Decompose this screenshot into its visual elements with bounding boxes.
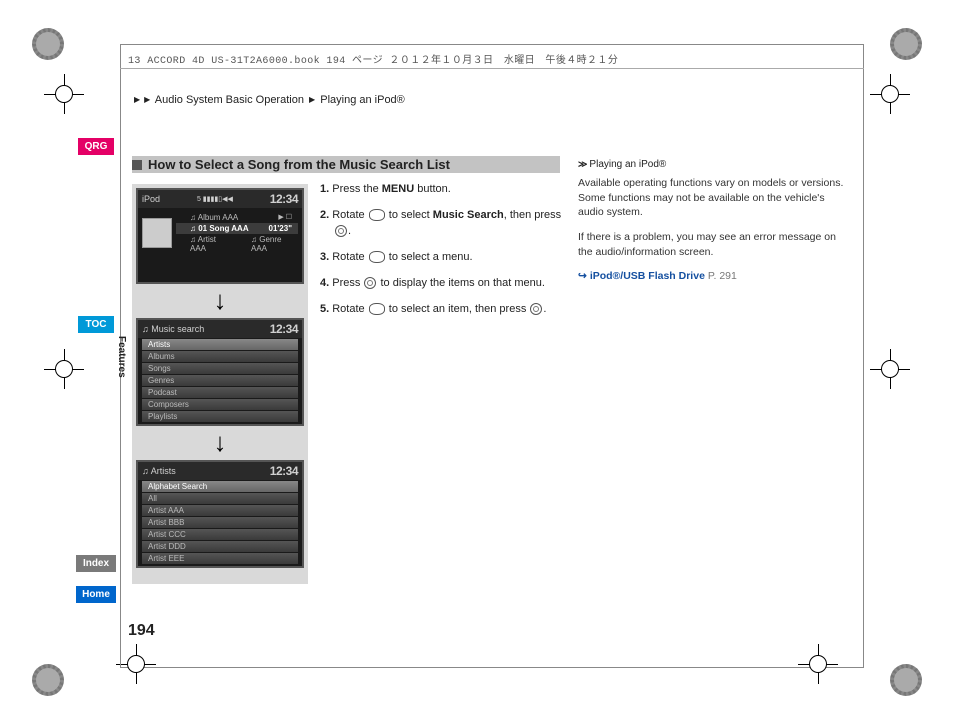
list-item: Artists xyxy=(142,339,298,350)
main-column: How to Select a Song from the Music Sear… xyxy=(132,156,560,173)
screen1-title: iPod xyxy=(142,194,160,204)
steps-list: 1. Press the MENU button. 2. Rotate to s… xyxy=(320,182,566,328)
regmark-cross xyxy=(874,78,906,110)
breadcrumb-a: Audio System Basic Operation xyxy=(155,94,304,106)
music-search-label: Music Search xyxy=(433,209,504,221)
list-item: Playlists xyxy=(142,411,298,422)
regmark-cross xyxy=(48,353,80,385)
screen-ipod-nowplaying: iPod 5 ▮▮▮▮▯◀◀ 12:34 ♫ Album AAA▶ ☐ ♫ 01… xyxy=(136,188,304,284)
screen1-row3b: ♫ Genre AAA xyxy=(251,235,292,253)
breadcrumb-b: Playing an iPod® xyxy=(320,94,405,106)
screen2-title: ♫ Music search xyxy=(142,324,204,334)
screen2-clock: 12:34 xyxy=(270,322,298,336)
list-item: Songs xyxy=(142,363,298,374)
push-knob-icon xyxy=(335,225,347,237)
list-item: Artist CCC xyxy=(142,529,298,540)
nav-toc[interactable]: TOC xyxy=(78,316,114,333)
section-title: How to Select a Song from the Music Sear… xyxy=(132,156,560,173)
step-3: 3. Rotate to select a menu. xyxy=(320,250,566,266)
note-paragraph: If there is a problem, you may see an er… xyxy=(578,230,848,259)
list-item: Artist BBB xyxy=(142,517,298,528)
sidebar-header: ≫Playing an iPod® xyxy=(578,158,848,172)
list-item: Artist DDD xyxy=(142,541,298,552)
step-1: 1. Press the MENU button. xyxy=(320,182,566,198)
screen1-clock: 12:34 xyxy=(270,192,298,206)
list-item: Composers xyxy=(142,399,298,410)
regmark-sun xyxy=(32,28,64,60)
note-paragraph: Available operating functions vary on mo… xyxy=(578,176,848,220)
cross-reference-link[interactable]: ↪iPod®/USB Flash Drive P. 291 xyxy=(578,269,848,284)
screen1-row2: ♫ 01 Song AAA xyxy=(190,224,249,233)
section-title-text: How to Select a Song from the Music Sear… xyxy=(148,157,450,172)
regmark-sun xyxy=(32,664,64,696)
nav-index[interactable]: Index xyxy=(76,555,116,572)
regmark-sun xyxy=(890,664,922,696)
xref-label: iPod®/USB Flash Drive xyxy=(590,270,705,282)
sidebar-notes: ≫Playing an iPod® Available operating fu… xyxy=(578,158,848,284)
rotate-knob-icon xyxy=(369,303,385,315)
rotate-knob-icon xyxy=(369,251,385,263)
list-item: Podcast xyxy=(142,387,298,398)
regmark-cross xyxy=(48,78,80,110)
header-rule xyxy=(120,68,864,69)
list-item: Alphabet Search xyxy=(142,481,298,492)
section-label: Features xyxy=(116,336,127,378)
list-item: All xyxy=(142,493,298,504)
regmark-cross xyxy=(874,353,906,385)
screen3-title: ♫ Artists xyxy=(142,466,176,476)
down-arrow-icon: ↓ xyxy=(136,290,304,310)
page-number: 194 xyxy=(128,622,155,640)
section-bullet-icon xyxy=(132,160,142,170)
list-item: Artist AAA xyxy=(142,505,298,516)
screen-artists: ♫ Artists 12:34 Alphabet Search All Arti… xyxy=(136,460,304,568)
xref-page: P. 291 xyxy=(708,270,737,282)
step-2: 2. Rotate to select Music Search, then p… xyxy=(320,208,566,240)
rotate-knob-icon xyxy=(369,209,385,221)
screenshot-strip: iPod 5 ▮▮▮▮▯◀◀ 12:34 ♫ Album AAA▶ ☐ ♫ 01… xyxy=(132,184,308,584)
nav-qrg[interactable]: QRG xyxy=(78,138,114,155)
nav-home[interactable]: Home xyxy=(76,586,116,603)
screen-music-search: ♫ Music search 12:34 Artists Albums Song… xyxy=(136,318,304,426)
down-arrow-icon: ↓ xyxy=(136,432,304,452)
album-art-icon xyxy=(142,218,172,248)
regmark-sun xyxy=(890,28,922,60)
list-item: Albums xyxy=(142,351,298,362)
menu-label: MENU xyxy=(382,183,414,195)
screen1-status: 5 ▮▮▮▮▯◀◀ xyxy=(197,195,233,203)
breadcrumb: Audio System Basic Operation Playing an … xyxy=(132,94,405,106)
push-knob-icon xyxy=(530,303,542,315)
step-4: 4. Press to display the items on that me… xyxy=(320,276,566,292)
header-meta: 13 ACCORD 4D US-31T2A6000.book 194 ページ ２… xyxy=(128,51,618,67)
screen1-row3a: ♫ Artist AAA xyxy=(190,235,231,253)
xref-arrow-icon: ↪ xyxy=(578,270,587,282)
step-5: 5. Rotate to select an item, then press … xyxy=(320,302,566,318)
screen3-clock: 12:34 xyxy=(270,464,298,478)
list-item: Genres xyxy=(142,375,298,386)
screen1-row1: ♫ Album AAA xyxy=(190,213,238,222)
list-item: Artist EEE xyxy=(142,553,298,564)
push-knob-icon xyxy=(364,277,376,289)
